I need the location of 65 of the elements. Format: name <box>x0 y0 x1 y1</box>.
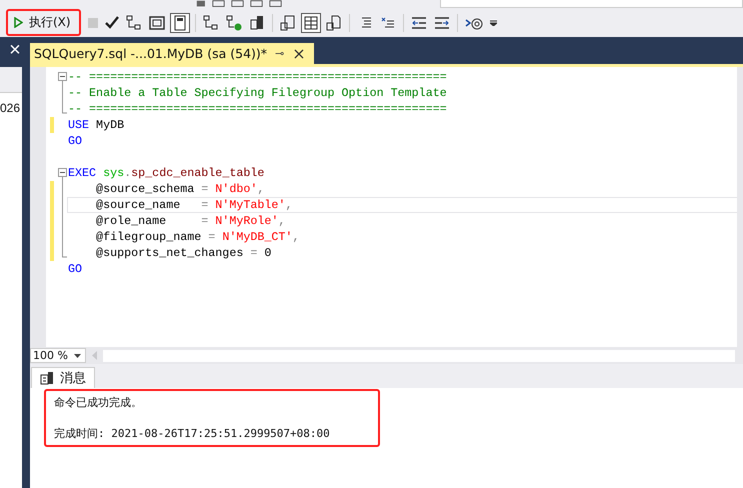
text-results-icon[interactable] <box>280 14 296 30</box>
code-keyword: USE <box>68 118 90 132</box>
code-string: N'MyDB_CT' <box>222 230 292 244</box>
code-plain: 0 <box>264 246 272 260</box>
window-icon[interactable] <box>148 14 165 30</box>
execute-button[interactable]: 执行(X) <box>14 14 71 31</box>
code-operator: , <box>285 198 292 212</box>
indent-icon[interactable] <box>434 14 450 30</box>
dropdown-caret-icon[interactable] <box>490 20 497 26</box>
close-button[interactable]: × <box>0 37 30 64</box>
play-icon <box>14 17 23 28</box>
scrollbar[interactable] <box>737 67 743 347</box>
close-tab-button[interactable]: × <box>292 44 306 63</box>
outdent-icon[interactable] <box>410 14 427 30</box>
collapse-icon[interactable] <box>58 69 67 85</box>
code-plain: @filegroup_name <box>95 230 202 244</box>
grid-results-icon[interactable] <box>300 12 321 32</box>
document-icon[interactable] <box>212 0 225 8</box>
tree-icon[interactable] <box>202 14 219 30</box>
code-operator: = <box>208 230 216 244</box>
document-tab[interactable]: SQLQuery7.sql -...01.MyDB (sa (54))* ⊸ × <box>30 43 314 64</box>
code-string: N'MyRole' <box>215 214 278 228</box>
message-icon <box>40 371 54 385</box>
code-operator: = <box>201 198 210 212</box>
file-results-icon[interactable] <box>326 14 342 30</box>
code-plain: @supports_net_changes <box>95 246 244 260</box>
code-comment: -- =================================================== <box>68 70 447 84</box>
zoom-dropdown[interactable]: 100 % <box>30 348 86 363</box>
messages-tab[interactable]: 消息 <box>31 367 95 388</box>
code-operator: , <box>257 182 264 196</box>
code-operator: = <box>201 182 210 196</box>
code-string: N'dbo' <box>215 182 258 196</box>
code-comment: -- =================================================== <box>68 102 447 116</box>
code-string: N'MyTable' <box>215 198 286 212</box>
code-plain: @source_schema <box>95 182 196 196</box>
code-plain: @role_name <box>95 214 168 228</box>
uncomment-lines-icon[interactable] <box>380 14 396 30</box>
calculator-icon[interactable] <box>170 12 190 32</box>
message-text: 完成时间: 2021-08-26T17:25:51.2999507+08:00 <box>54 426 331 441</box>
code-operator: , <box>292 230 300 244</box>
code-keyword: EXEC <box>68 166 96 180</box>
document-icon[interactable] <box>268 0 282 8</box>
panel-text: 026 <box>0 101 20 115</box>
server-icon[interactable] <box>248 14 265 30</box>
code-keyword: GO <box>68 262 82 276</box>
code-operator: = <box>201 214 210 228</box>
code-operator: = <box>250 246 258 260</box>
code-keyword: GO <box>68 134 82 148</box>
tree-icon[interactable] <box>126 14 142 30</box>
caret-icon <box>74 354 81 358</box>
pin-button[interactable]: ⊸ <box>275 47 284 60</box>
document-icon[interactable] <box>230 0 244 8</box>
code-comment: -- Enable a Table Specifying Filegroup Option Template <box>68 86 447 100</box>
code-plain: @source_name <box>95 198 182 212</box>
code-plain: MyDB <box>95 118 124 132</box>
code-proc: sp_cdc_enable_table <box>131 166 264 180</box>
code-operator: . <box>124 166 132 180</box>
code-operator: , <box>278 214 286 228</box>
tree-check-icon[interactable] <box>226 14 242 30</box>
check-icon[interactable] <box>104 16 119 29</box>
document-icon[interactable] <box>250 0 263 8</box>
collapse-icon[interactable] <box>58 165 67 181</box>
message-text: 命令已成功完成。 <box>54 395 143 410</box>
search-field[interactable] <box>440 0 743 8</box>
code-system: sys <box>102 166 124 180</box>
